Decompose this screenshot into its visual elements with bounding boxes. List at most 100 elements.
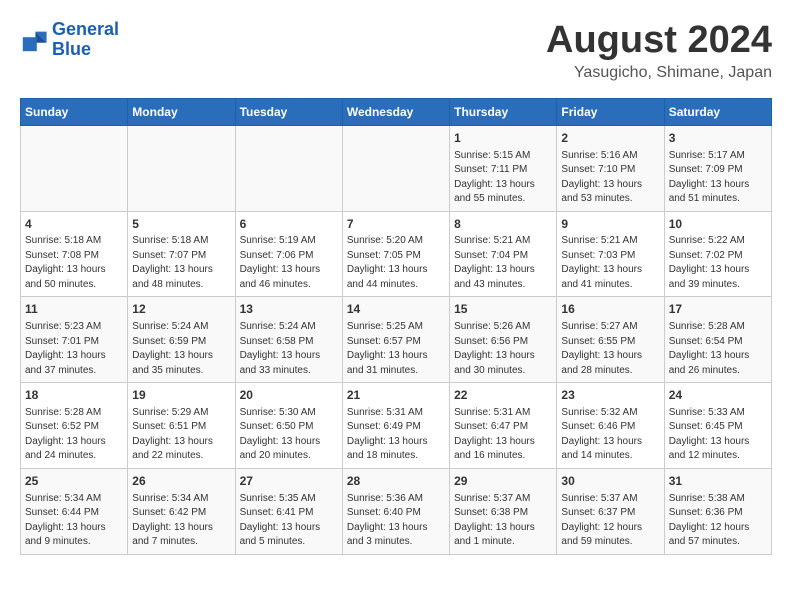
- day-number: 29: [454, 473, 552, 490]
- day-number: 26: [132, 473, 230, 490]
- day-info: Sunrise: 5:34 AM Sunset: 6:42 PM Dayligh…: [132, 492, 230, 550]
- calendar-cell: 13 Sunrise: 5:24 AM Sunset: 6:58 PM Dayli…: [235, 297, 342, 383]
- calendar-cell: [21, 125, 128, 211]
- weekday-header-tuesday: Tuesday: [235, 98, 342, 125]
- calendar-cell: 1Sunrise: 5:15 AM Sunset: 7:11 PM Daylig…: [450, 125, 557, 211]
- day-number: 5: [132, 216, 230, 233]
- day-info: Sunrise: 5:18 AM Sunset: 7:08 PM Dayligh…: [25, 234, 123, 292]
- calendar-cell: 25 Sunrise: 5:34 AM Sunset: 6:44 PM Dayli…: [21, 468, 128, 554]
- weekday-header-wednesday: Wednesday: [342, 98, 449, 125]
- day-info: Sunrise: 5:33 AM Sunset: 6:45 PM Dayligh…: [669, 406, 767, 464]
- day-info: Sunrise: 5:29 AM Sunset: 6:51 PM Dayligh…: [132, 406, 230, 464]
- calendar-cell: 14Sunrise: 5:25 AM Sunset: 6:57 PM Dayli…: [342, 297, 449, 383]
- calendar-cell: 18 Sunrise: 5:28 AM Sunset: 6:52 PM Dayli…: [21, 383, 128, 469]
- calendar-cell: 7Sunrise: 5:20 AM Sunset: 7:05 PM Daylig…: [342, 211, 449, 297]
- day-number: 19: [132, 387, 230, 404]
- calendar-week-row: 11 Sunrise: 5:23 AM Sunset: 7:01 PM Dayli…: [21, 297, 772, 383]
- day-info: Sunrise: 5:21 AM Sunset: 7:03 PM Dayligh…: [561, 234, 659, 292]
- day-info: Sunrise: 5:18 AM Sunset: 7:07 PM Dayligh…: [132, 234, 230, 292]
- day-number: 22: [454, 387, 552, 404]
- day-number: 8: [454, 216, 552, 233]
- calendar-cell: 28 Sunrise: 5:36 AM Sunset: 6:40 PM Dayli…: [342, 468, 449, 554]
- day-number: 15: [454, 301, 552, 318]
- weekday-header-saturday: Saturday: [664, 98, 771, 125]
- calendar-cell: 19 Sunrise: 5:29 AM Sunset: 6:51 PM Dayli…: [128, 383, 235, 469]
- calendar-cell: 26 Sunrise: 5:34 AM Sunset: 6:42 PM Dayli…: [128, 468, 235, 554]
- weekday-header-row: SundayMondayTuesdayWednesdayThursdayFrid…: [21, 98, 772, 125]
- logo-icon: [20, 26, 48, 54]
- calendar-cell: 9Sunrise: 5:21 AM Sunset: 7:03 PM Daylig…: [557, 211, 664, 297]
- weekday-header-monday: Monday: [128, 98, 235, 125]
- day-info: Sunrise: 5:36 AM Sunset: 6:40 PM Dayligh…: [347, 492, 445, 550]
- day-number: 12: [132, 301, 230, 318]
- day-number: 11: [25, 301, 123, 318]
- calendar-cell: 12 Sunrise: 5:24 AM Sunset: 6:59 PM Dayli…: [128, 297, 235, 383]
- logo: General Blue: [20, 20, 119, 60]
- day-info: Sunrise: 5:16 AM Sunset: 7:10 PM Dayligh…: [561, 149, 659, 207]
- calendar-cell: 8Sunrise: 5:21 AM Sunset: 7:04 PM Daylig…: [450, 211, 557, 297]
- calendar-cell: 29 Sunrise: 5:37 AM Sunset: 6:38 PM Dayli…: [450, 468, 557, 554]
- day-number: 16: [561, 301, 659, 318]
- day-number: 14: [347, 301, 445, 318]
- calendar-cell: 31 Sunrise: 5:38 AM Sunset: 6:36 PM Dayli…: [664, 468, 771, 554]
- weekday-header-sunday: Sunday: [21, 98, 128, 125]
- logo-line1: General: [52, 19, 119, 39]
- day-number: 1: [454, 130, 552, 147]
- day-info: Sunrise: 5:38 AM Sunset: 6:36 PM Dayligh…: [669, 492, 767, 550]
- calendar-table: SundayMondayTuesdayWednesdayThursdayFrid…: [20, 98, 772, 555]
- day-number: 17: [669, 301, 767, 318]
- calendar-week-row: 4Sunrise: 5:18 AM Sunset: 7:08 PM Daylig…: [21, 211, 772, 297]
- day-info: Sunrise: 5:27 AM Sunset: 6:55 PM Dayligh…: [561, 320, 659, 378]
- calendar-cell: 10Sunrise: 5:22 AM Sunset: 7:02 PM Dayli…: [664, 211, 771, 297]
- day-info: Sunrise: 5:28 AM Sunset: 6:52 PM Dayligh…: [25, 406, 123, 464]
- day-info: Sunrise: 5:24 AM Sunset: 6:59 PM Dayligh…: [132, 320, 230, 378]
- day-info: Sunrise: 5:23 AM Sunset: 7:01 PM Dayligh…: [25, 320, 123, 378]
- calendar-cell: [128, 125, 235, 211]
- calendar-cell: [235, 125, 342, 211]
- day-number: 4: [25, 216, 123, 233]
- day-number: 9: [561, 216, 659, 233]
- day-info: Sunrise: 5:26 AM Sunset: 6:56 PM Dayligh…: [454, 320, 552, 378]
- calendar-cell: 20Sunrise: 5:30 AM Sunset: 6:50 PM Dayli…: [235, 383, 342, 469]
- day-info: Sunrise: 5:31 AM Sunset: 6:49 PM Dayligh…: [347, 406, 445, 464]
- day-number: 25: [25, 473, 123, 490]
- day-info: Sunrise: 5:21 AM Sunset: 7:04 PM Dayligh…: [454, 234, 552, 292]
- day-number: 2: [561, 130, 659, 147]
- calendar-cell: 4Sunrise: 5:18 AM Sunset: 7:08 PM Daylig…: [21, 211, 128, 297]
- calendar-cell: 11 Sunrise: 5:23 AM Sunset: 7:01 PM Dayli…: [21, 297, 128, 383]
- day-number: 30: [561, 473, 659, 490]
- day-number: 28: [347, 473, 445, 490]
- calendar-week-row: 25 Sunrise: 5:34 AM Sunset: 6:44 PM Dayli…: [21, 468, 772, 554]
- day-info: Sunrise: 5:37 AM Sunset: 6:38 PM Dayligh…: [454, 492, 552, 550]
- calendar-cell: 6Sunrise: 5:19 AM Sunset: 7:06 PM Daylig…: [235, 211, 342, 297]
- day-number: 7: [347, 216, 445, 233]
- calendar-week-row: 1Sunrise: 5:15 AM Sunset: 7:11 PM Daylig…: [21, 125, 772, 211]
- calendar-cell: 22 Sunrise: 5:31 AM Sunset: 6:47 PM Dayli…: [450, 383, 557, 469]
- calendar-cell: 5Sunrise: 5:18 AM Sunset: 7:07 PM Daylig…: [128, 211, 235, 297]
- day-number: 3: [669, 130, 767, 147]
- calendar-cell: 3Sunrise: 5:17 AM Sunset: 7:09 PM Daylig…: [664, 125, 771, 211]
- title-area: August 2024 Yasugicho, Shimane, Japan: [546, 20, 772, 82]
- day-info: Sunrise: 5:28 AM Sunset: 6:54 PM Dayligh…: [669, 320, 767, 378]
- day-info: Sunrise: 5:32 AM Sunset: 6:46 PM Dayligh…: [561, 406, 659, 464]
- day-info: Sunrise: 5:31 AM Sunset: 6:47 PM Dayligh…: [454, 406, 552, 464]
- location-subtitle: Yasugicho, Shimane, Japan: [546, 64, 772, 82]
- day-number: 20: [240, 387, 338, 404]
- day-info: Sunrise: 5:22 AM Sunset: 7:02 PM Dayligh…: [669, 234, 767, 292]
- day-number: 18: [25, 387, 123, 404]
- weekday-header-thursday: Thursday: [450, 98, 557, 125]
- calendar-cell: 16 Sunrise: 5:27 AM Sunset: 6:55 PM Dayli…: [557, 297, 664, 383]
- calendar-week-row: 18 Sunrise: 5:28 AM Sunset: 6:52 PM Dayli…: [21, 383, 772, 469]
- day-number: 13: [240, 301, 338, 318]
- day-number: 31: [669, 473, 767, 490]
- day-number: 6: [240, 216, 338, 233]
- day-info: Sunrise: 5:34 AM Sunset: 6:44 PM Dayligh…: [25, 492, 123, 550]
- calendar-cell: 2 Sunrise: 5:16 AM Sunset: 7:10 PM Daylig…: [557, 125, 664, 211]
- calendar-cell: 24Sunrise: 5:33 AM Sunset: 6:45 PM Dayli…: [664, 383, 771, 469]
- calendar-cell: [342, 125, 449, 211]
- weekday-header-friday: Friday: [557, 98, 664, 125]
- calendar-cell: 30Sunrise: 5:37 AM Sunset: 6:37 PM Dayli…: [557, 468, 664, 554]
- calendar-cell: 17 Sunrise: 5:28 AM Sunset: 6:54 PM Dayli…: [664, 297, 771, 383]
- day-info: Sunrise: 5:24 AM Sunset: 6:58 PM Dayligh…: [240, 320, 338, 378]
- calendar-cell: 23Sunrise: 5:32 AM Sunset: 6:46 PM Dayli…: [557, 383, 664, 469]
